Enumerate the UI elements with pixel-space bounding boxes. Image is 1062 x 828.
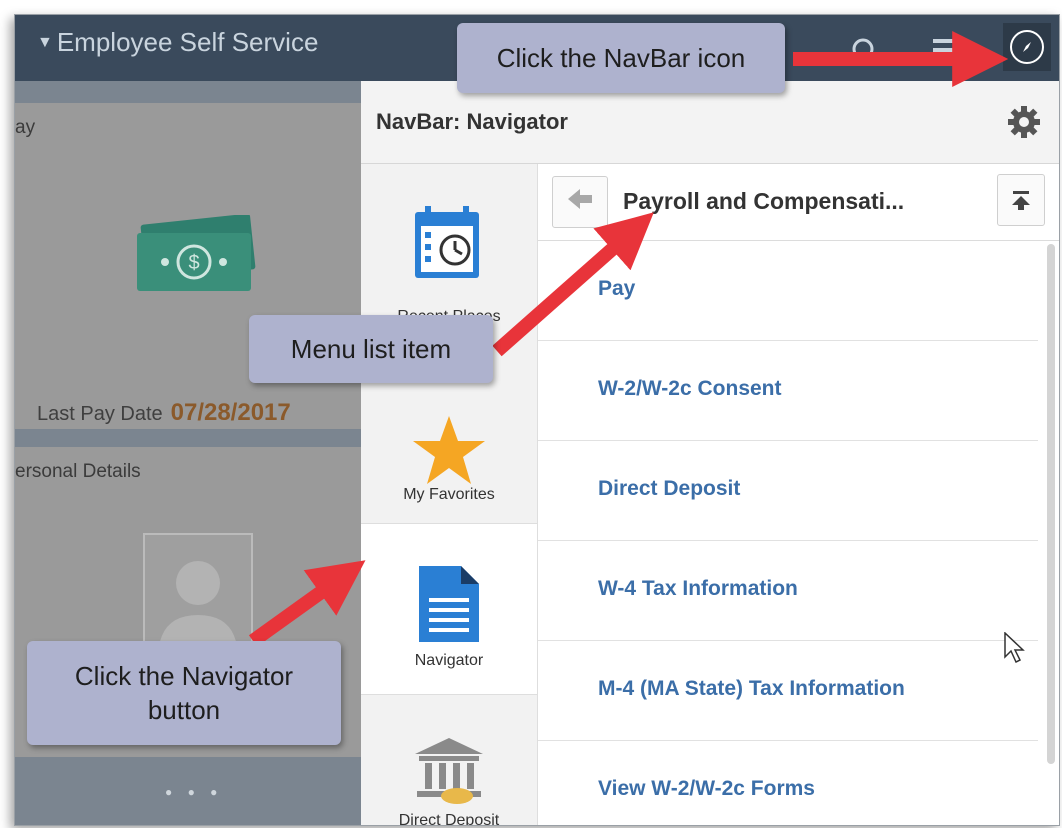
callout-text: Click the NavBar icon [496,42,746,73]
callout-navigator-button: Click the Navigator button [27,641,341,745]
callout-navbar-icon: Click the NavBar icon [457,23,785,93]
callout-text: Menu list item [290,333,452,364]
callout-menu-list-item: Menu list item [249,315,493,383]
arrow-to-menu [492,212,654,357]
arrow-to-navigator [248,560,366,647]
callout-text-line1: Click the Navigator [74,661,294,691]
callout-text-line2: button [147,695,221,725]
screenshot-frame: ▼ Employee Self Service ay $ Last Pay Dat… [14,14,1060,826]
